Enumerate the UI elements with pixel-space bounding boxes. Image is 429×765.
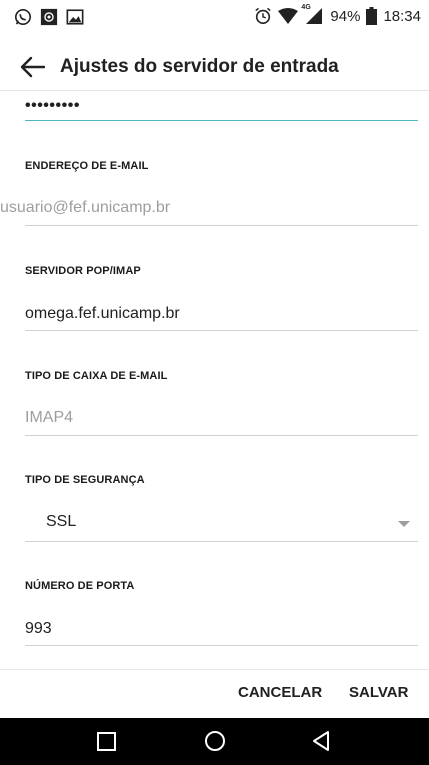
port-field[interactable]: 993	[25, 620, 52, 638]
mailbox-type-field-underline	[25, 435, 418, 436]
back-icon[interactable]	[310, 730, 332, 752]
security-type-label: TIPO DE SEGURANÇA	[25, 474, 145, 486]
whatsapp-icon	[14, 8, 32, 26]
server-field-underline	[25, 330, 418, 331]
password-field[interactable]: •••••••••	[25, 97, 80, 115]
save-button[interactable]: SALVAR	[349, 684, 408, 701]
port-field-underline	[25, 645, 418, 646]
signal-icon: 4G	[301, 4, 324, 25]
server-field[interactable]: omega.fef.unicamp.br	[25, 305, 180, 323]
recent-apps-icon[interactable]	[97, 732, 116, 751]
password-field-underline	[25, 120, 418, 121]
status-left-icons	[14, 8, 84, 26]
alarm-icon	[255, 7, 272, 25]
status-right: 4G 94% 18:34	[254, 4, 421, 25]
battery-icon	[366, 7, 378, 25]
mailbox-type-field: IMAP4	[25, 409, 74, 426]
network-type-label: 4G	[301, 4, 311, 11]
image-icon	[66, 9, 84, 25]
system-nav-bar	[0, 718, 429, 765]
wifi-icon	[278, 8, 299, 24]
app-bar: Ajustes do servidor de entrada	[0, 44, 429, 90]
at-icon	[40, 8, 58, 26]
email-label: ENDEREÇO DE E-MAIL	[25, 160, 149, 172]
security-type-underline	[25, 541, 418, 542]
security-type-value: SSL	[46, 513, 77, 530]
home-icon[interactable]	[205, 731, 225, 751]
clock: 18:34	[383, 7, 421, 25]
battery-percent: 94%	[330, 7, 361, 25]
app-bar-divider	[0, 90, 429, 91]
dropdown-arrow-icon	[398, 521, 410, 527]
back-arrow-icon[interactable]	[18, 52, 48, 82]
status-bar: 4G 94% 18:34	[0, 0, 429, 36]
page-title: Ajustes do servidor de entrada	[60, 56, 339, 77]
email-field-underline	[25, 225, 418, 226]
email-field[interactable]: usuario@fef.unicamp.br	[0, 199, 170, 217]
mailbox-type-label: TIPO DE CAIXA DE E-MAIL	[25, 370, 168, 382]
port-label: NÚMERO DE PORTA	[25, 580, 135, 592]
server-label: SERVIDOR POP/IMAP	[25, 265, 141, 277]
actions-divider	[0, 669, 429, 670]
cancel-button[interactable]: CANCELAR	[238, 684, 322, 701]
